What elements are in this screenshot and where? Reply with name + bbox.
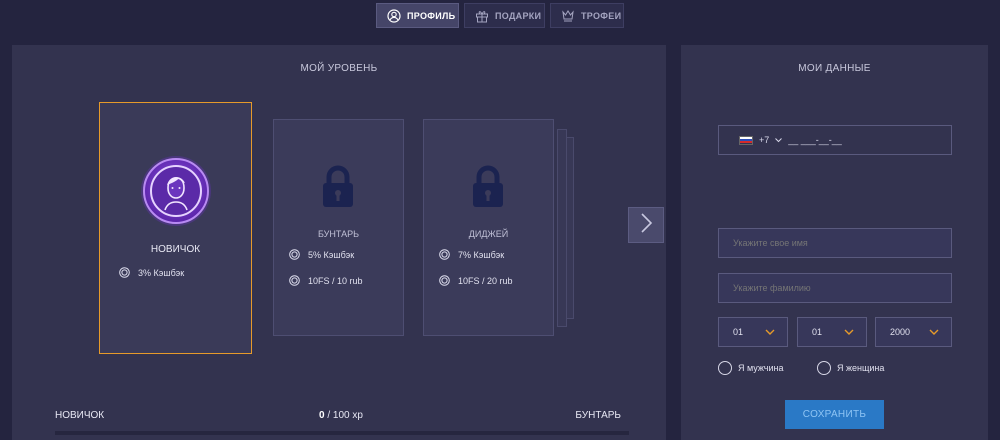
perk-item: 5% Кэшбэк [289, 249, 354, 260]
birth-day-select[interactable]: 01 [718, 317, 788, 347]
coin-icon [439, 275, 450, 286]
gender-female-label: Я женщина [837, 363, 885, 373]
radio-circle[interactable] [718, 361, 732, 375]
perk-item: 10FS / 20 rub [439, 275, 513, 286]
perk-item: 10FS / 10 rub [289, 275, 363, 286]
level-name: НОВИЧОК [150, 244, 201, 255]
gender-male-label: Я мужчина [738, 363, 784, 373]
my-data-panel: МОИ ДАННЫЕ +7 __ ___-__-__ 01 01 2000 Я … [681, 45, 988, 440]
coin-icon [289, 249, 300, 260]
perk-label: 10FS / 10 rub [308, 275, 363, 286]
trophy-icon [561, 9, 575, 23]
progress-next-level: БУНТАРЬ [575, 410, 621, 421]
my-level-title: МОЙ УРОВЕНЬ [300, 63, 378, 74]
tab-profile[interactable]: ПРОФИЛЬ [376, 3, 459, 28]
first-name-field[interactable] [718, 228, 952, 258]
card-stack-middle [557, 129, 567, 327]
perk-item: 3% Кэшбэк [119, 267, 184, 278]
birth-year-value: 2000 [890, 327, 911, 337]
progress-xp: 0 / 100 xp [319, 410, 363, 421]
last-name-field[interactable] [718, 273, 952, 303]
tab-trophies[interactable]: ТРОФЕИ [550, 3, 624, 28]
perk-label: 7% Кэшбэк [458, 249, 505, 260]
perk-item: 7% Кэшбэк [439, 249, 504, 260]
radio-circle[interactable] [817, 361, 831, 375]
level-progress-bar [55, 431, 629, 435]
gender-female-radio[interactable]: Я женщина [817, 361, 884, 375]
birth-year-select[interactable]: 2000 [875, 317, 952, 347]
phone-mask[interactable]: __ ___-__-__ [788, 135, 842, 145]
perk-label: 5% Кэшбэк [308, 249, 355, 260]
level-name: ДИДЖЕЙ [468, 229, 509, 239]
phone-country-code[interactable]: +7 [759, 135, 769, 145]
perk-label: 3% Кэшбэк [138, 267, 185, 278]
my-level-panel: МОЙ УРОВЕНЬ НОВИЧОК 3% Кэшбэк БУНТАРЬ 5%… [12, 45, 666, 440]
profile-tabs: ПРОФИЛЬ ПОДАРКИ ТРОФЕИ [376, 3, 624, 28]
level-card-locked[interactable]: ДИДЖЕЙ 7% Кэшбэк 10FS / 20 rub [423, 119, 554, 336]
lock-icon [320, 165, 356, 209]
progress-xp-total: / 100 xp [324, 410, 363, 421]
perk-label: 10FS / 20 rub [458, 275, 513, 286]
chevron-down-icon [765, 329, 775, 335]
tab-trophies-label: ТРОФЕИ [581, 10, 622, 21]
birth-month-select[interactable]: 01 [797, 317, 867, 347]
gift-icon [475, 9, 489, 23]
level-avatar-icon [140, 155, 212, 227]
coin-icon [439, 249, 450, 260]
tab-profile-label: ПРОФИЛЬ [407, 10, 456, 21]
level-card-current[interactable]: НОВИЧОК 3% Кэшбэк [99, 102, 252, 354]
progress-current-level: НОВИЧОК [55, 410, 105, 421]
russia-flag-icon [739, 135, 753, 145]
gender-male-radio[interactable]: Я мужчина [718, 361, 784, 375]
level-name: БУНТАРЬ [317, 229, 360, 239]
birth-month-value: 01 [812, 327, 823, 337]
level-card-locked[interactable]: БУНТАРЬ 5% Кэшбэк 10FS / 10 rub [273, 119, 404, 336]
chevron-down-icon [844, 329, 854, 335]
my-data-title: МОИ ДАННЫЕ [798, 63, 871, 74]
next-level-button[interactable] [628, 207, 664, 243]
user-circle-icon [387, 8, 401, 23]
save-button[interactable]: СОХРАНИТЬ [785, 400, 884, 429]
chevron-right-icon [639, 212, 653, 239]
tab-gifts-label: ПОДАРКИ [495, 10, 542, 21]
chevron-down-icon [929, 329, 939, 335]
phone-field[interactable]: +7 __ ___-__-__ [718, 125, 952, 155]
birth-day-value: 01 [733, 327, 744, 337]
tab-gifts[interactable]: ПОДАРКИ [464, 3, 545, 28]
coin-icon [119, 267, 130, 278]
lock-icon [470, 165, 506, 209]
chevron-down-icon [775, 137, 783, 143]
coin-icon [289, 275, 300, 286]
